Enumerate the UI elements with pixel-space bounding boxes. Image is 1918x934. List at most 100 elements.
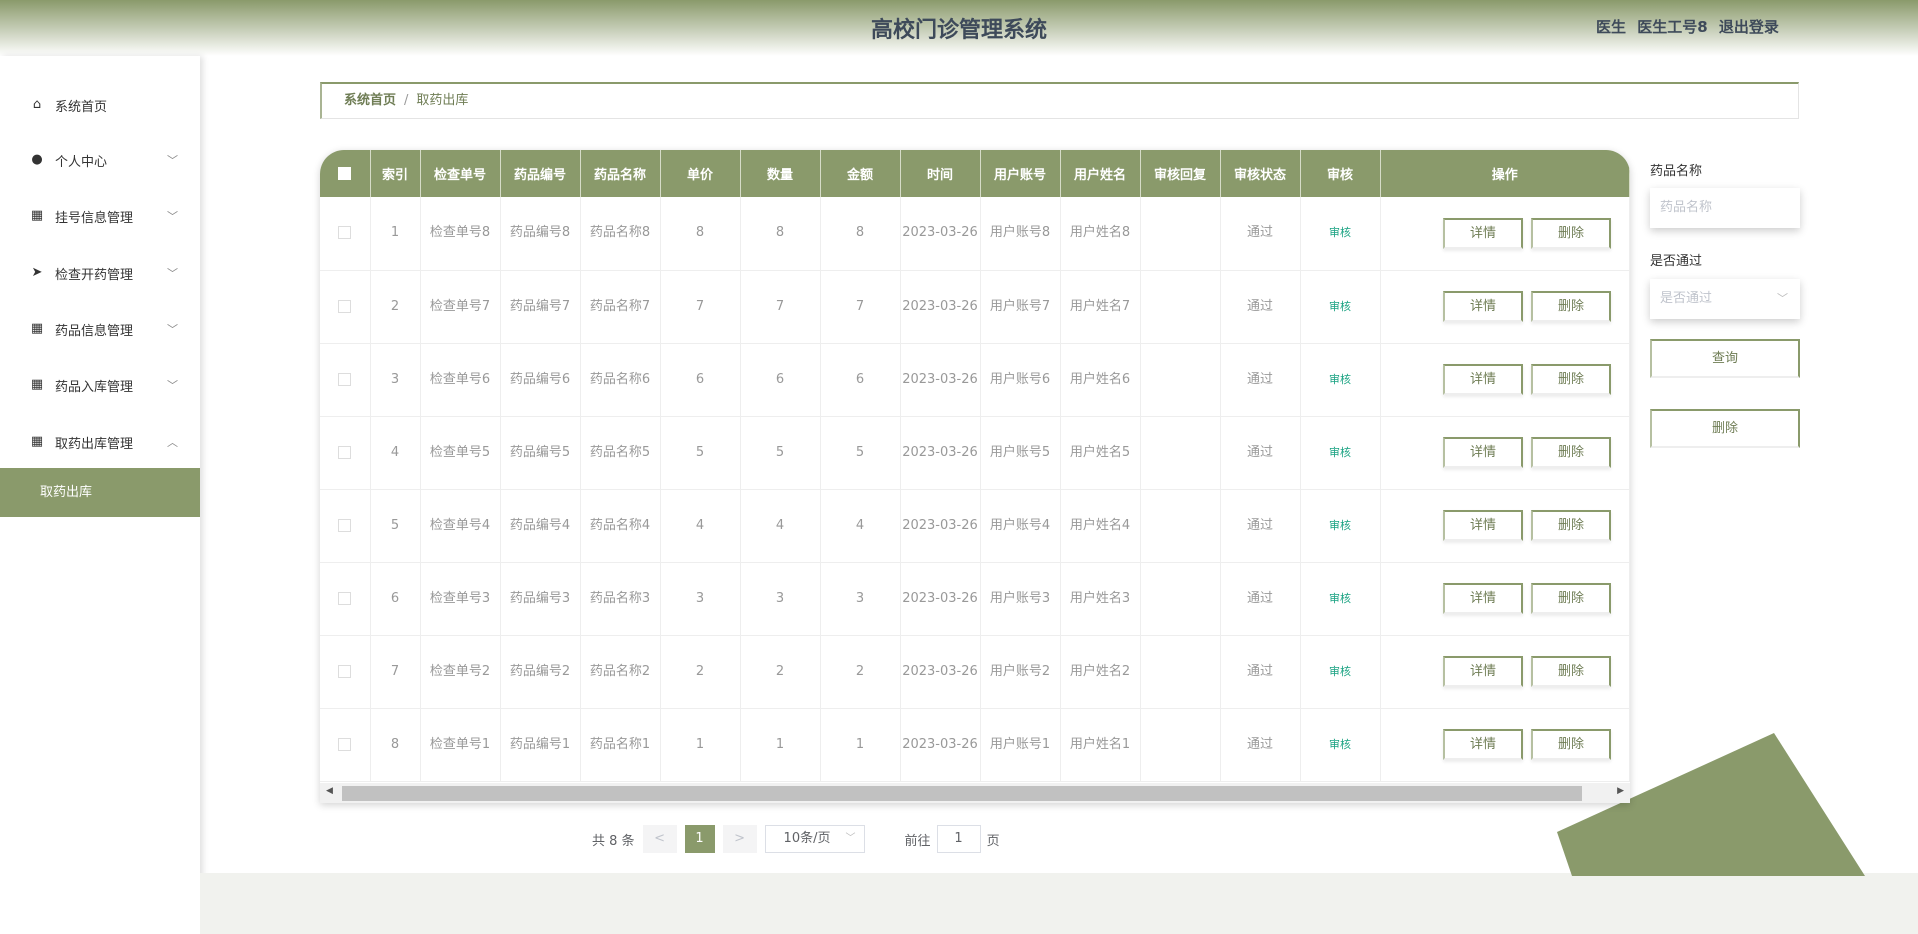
grid-icon: ▦ xyxy=(30,434,44,449)
table-cell: 2023-03-26 xyxy=(900,635,981,709)
table-cell xyxy=(1140,708,1221,782)
row-checkbox[interactable] xyxy=(320,416,371,490)
audit-link[interactable]: 审核 xyxy=(1329,519,1351,532)
chevron-down-icon: ﹀ xyxy=(167,379,178,392)
table-cell xyxy=(1140,489,1221,563)
table-cell: 2023-03-26 xyxy=(900,416,981,490)
goto-page-input[interactable]: 1 xyxy=(936,825,981,853)
page-1-button[interactable]: 1 xyxy=(684,825,715,853)
next-page-button[interactable]: > xyxy=(722,825,757,853)
table-cell: 1 xyxy=(820,708,901,782)
audit-link[interactable]: 审核 xyxy=(1329,446,1351,459)
column-header: 操作 xyxy=(1380,150,1630,197)
table-cell: 药品编号8 xyxy=(500,197,581,271)
page-size-select[interactable]: 10条/页 ﹀ xyxy=(764,825,865,853)
column-header: 药品名称 xyxy=(580,150,661,197)
table-cell: 用户姓名7 xyxy=(1060,270,1141,344)
drug-name-input[interactable]: 药品名称 xyxy=(1650,188,1800,228)
detail-button[interactable]: 详情 xyxy=(1443,510,1523,541)
actions-cell: 详情 删除 xyxy=(1380,270,1630,344)
table-cell: 药品编号7 xyxy=(500,270,581,344)
delete-button[interactable]: 删除 xyxy=(1531,583,1611,614)
column-header: 索引 xyxy=(370,150,421,197)
delete-button[interactable]: 删除 xyxy=(1531,364,1611,395)
actions-cell: 详情 删除 xyxy=(1380,416,1630,490)
audit-link[interactable]: 审核 xyxy=(1329,738,1351,751)
table-cell: 检查单号6 xyxy=(420,343,501,417)
data-table: 索引 检查单号 药品编号 药品名称 单价 数量 金额 时间 用户账号 用户姓名 审核回复 审核状态 审核… xyxy=(320,150,1630,803)
sidebar-item-label: 药品信息管理 xyxy=(55,323,134,339)
table-cell: 药品名称1 xyxy=(580,708,661,782)
scroll-left-icon[interactable]: ◀ xyxy=(326,786,333,796)
row-checkbox[interactable] xyxy=(320,708,371,782)
row-checkbox[interactable] xyxy=(320,343,371,417)
table-cell: 8 xyxy=(660,197,741,271)
row-checkbox[interactable] xyxy=(320,197,371,271)
sidebar-item-6[interactable]: ▦ 取药出库管理 ︿ xyxy=(0,422,200,462)
sidebar-item-4[interactable]: ▦ 药品信息管理 ﹀ xyxy=(0,309,200,349)
column-header: 检查单号 xyxy=(420,150,501,197)
table-cell: 用户账号6 xyxy=(980,343,1061,417)
chevron-down-icon: ﹀ xyxy=(167,154,178,167)
audit-link[interactable]: 审核 xyxy=(1329,373,1351,386)
horizontal-scrollbar[interactable]: ◀ ▶ xyxy=(320,783,1630,803)
table-cell: 用户账号3 xyxy=(980,562,1061,636)
delete-button[interactable]: 删除 xyxy=(1531,510,1611,541)
table-cell: 7 xyxy=(740,270,821,344)
delete-button[interactable]: 删除 xyxy=(1531,217,1611,249)
delete-button[interactable]: 删除 xyxy=(1531,437,1611,468)
table-cell: 4 xyxy=(740,489,821,563)
row-checkbox[interactable] xyxy=(320,635,371,709)
detail-button[interactable]: 详情 xyxy=(1443,729,1523,760)
table-cell: 药品编号3 xyxy=(500,562,581,636)
audit-link[interactable]: 审核 xyxy=(1329,592,1351,605)
grid-icon: ▦ xyxy=(30,377,44,392)
prev-page-button[interactable]: < xyxy=(642,825,677,853)
table-cell: 7 xyxy=(660,270,741,344)
delete-button[interactable]: 删除 xyxy=(1531,729,1611,760)
row-checkbox[interactable] xyxy=(320,562,371,636)
detail-button[interactable]: 详情 xyxy=(1443,217,1523,249)
detail-button[interactable]: 详情 xyxy=(1443,583,1523,614)
table-cell: 检查单号5 xyxy=(420,416,501,490)
sidebar-item-3[interactable]: ➤ 检查开药管理 ﹀ xyxy=(0,253,200,293)
row-checkbox[interactable] xyxy=(320,270,371,344)
delete-button[interactable]: 删除 xyxy=(1531,291,1611,322)
table-cell: 药品编号4 xyxy=(500,489,581,563)
column-header: 单价 xyxy=(660,150,741,197)
chevron-up-icon: ︿ xyxy=(167,436,178,449)
actions-cell: 详情 删除 xyxy=(1380,343,1630,417)
select-all-checkbox[interactable] xyxy=(320,150,371,197)
scrollbar-thumb[interactable] xyxy=(342,786,1582,801)
user-role: 医生 xyxy=(1596,18,1627,36)
pass-label: 是否通过 xyxy=(1650,254,1703,269)
table-cell: 2 xyxy=(740,635,821,709)
sidebar-item-label: 检查开药管理 xyxy=(55,267,134,283)
sidebar-item-5[interactable]: ▦ 药品入库管理 ﹀ xyxy=(0,365,200,405)
detail-button[interactable]: 详情 xyxy=(1443,656,1523,687)
scroll-right-icon[interactable]: ▶ xyxy=(1617,786,1624,796)
audit-link[interactable]: 审核 xyxy=(1329,665,1351,678)
detail-button[interactable]: 详情 xyxy=(1443,437,1523,468)
audit-link[interactable]: 审核 xyxy=(1329,300,1351,313)
table-cell: 通过 xyxy=(1220,416,1301,490)
sidebar-item-0[interactable]: ⌂ 系统首页 xyxy=(0,85,200,125)
detail-button[interactable]: 详情 xyxy=(1443,364,1523,395)
search-button[interactable]: 查询 xyxy=(1650,339,1800,378)
logout-link[interactable]: 退出登录 xyxy=(1719,18,1779,36)
row-checkbox[interactable] xyxy=(320,489,371,563)
delete-button[interactable]: 删除 xyxy=(1531,656,1611,687)
table-cell: 药品编号6 xyxy=(500,343,581,417)
batch-delete-button[interactable]: 删除 xyxy=(1650,409,1800,448)
breadcrumb-home[interactable]: 系统首页 xyxy=(344,93,396,108)
sidebar-item-2[interactable]: ▦ 挂号信息管理 ﹀ xyxy=(0,196,200,236)
table-row: 8 检查单号1 药品编号1 药品名称1 1 1 1 2023-03-26 用户账号1 用户姓名1 通… xyxy=(320,708,1630,782)
column-header: 审核回复 xyxy=(1140,150,1221,197)
pass-select[interactable]: 是否通过 ﹀ xyxy=(1650,279,1800,319)
detail-button[interactable]: 详情 xyxy=(1443,291,1523,322)
audit-link[interactable]: 审核 xyxy=(1329,226,1351,239)
table-cell: 用户账号8 xyxy=(980,197,1061,271)
table-cell: 药品编号1 xyxy=(500,708,581,782)
sidebar-item-1[interactable]: ● 个人中心 ﹀ xyxy=(0,140,200,180)
sidebar-subitem-active[interactable]: 取药出库 xyxy=(0,468,200,517)
